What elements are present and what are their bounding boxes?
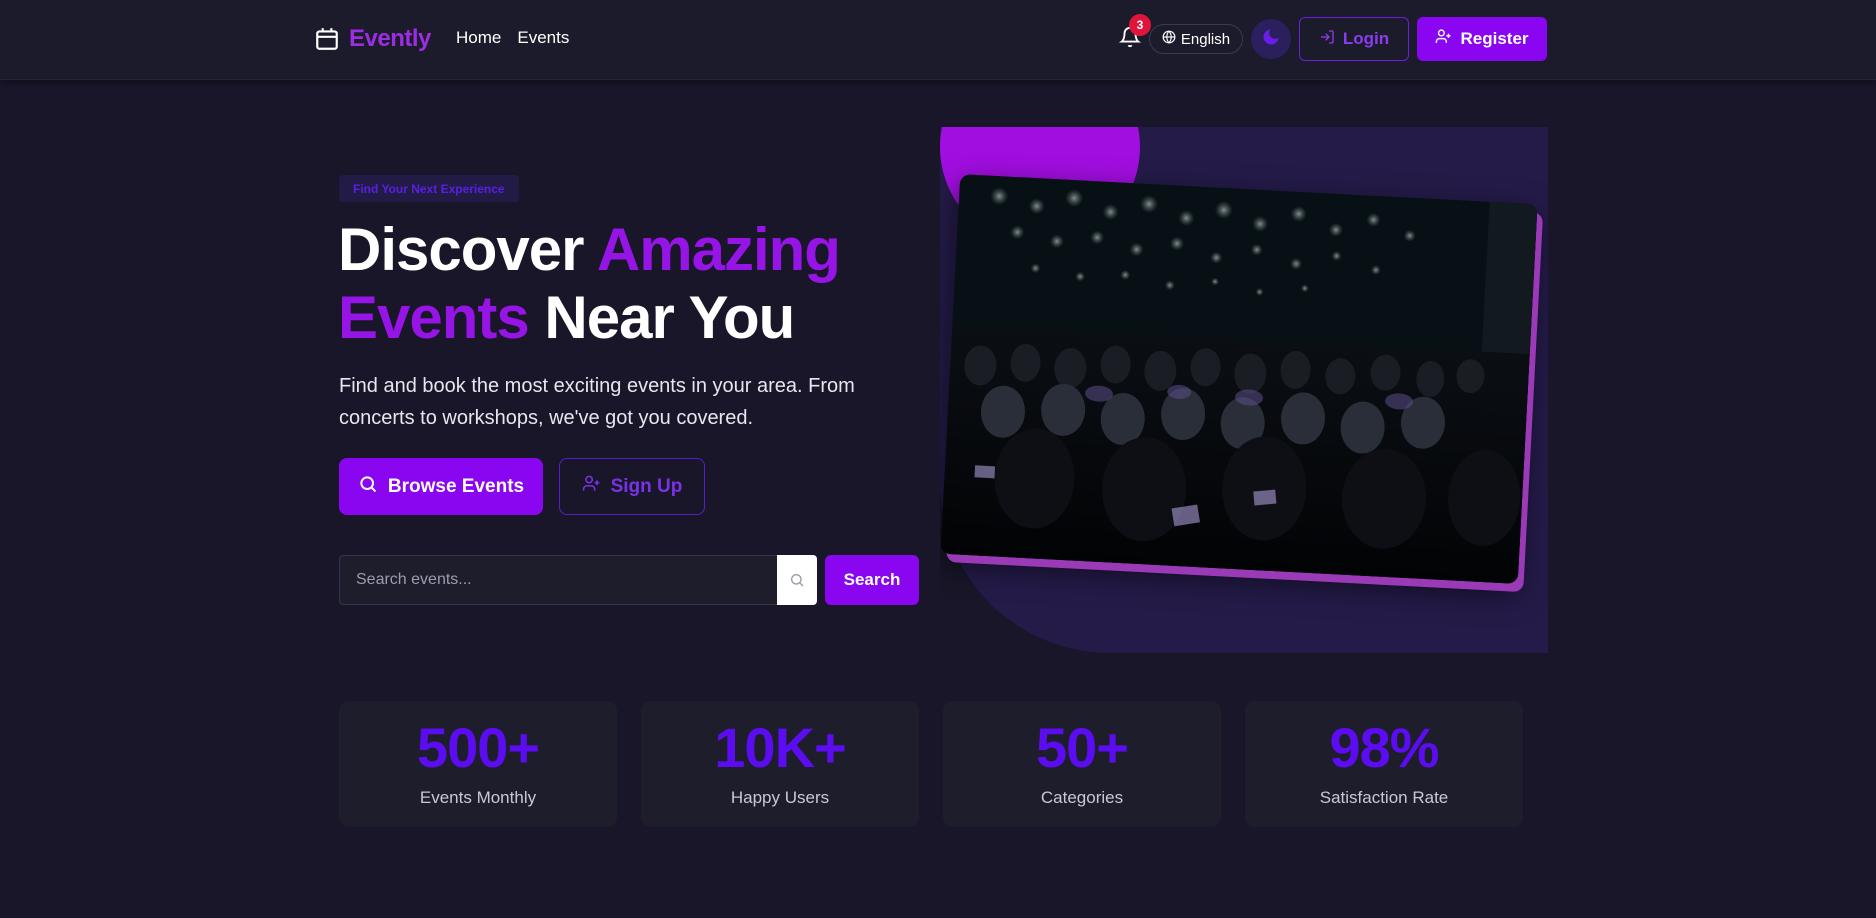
nav-link-home[interactable]: Home: [456, 28, 501, 48]
stat-label: Satisfaction Rate: [1319, 788, 1449, 807]
hero-title-accent1: Amazing: [596, 216, 841, 283]
register-button[interactable]: Register: [1417, 17, 1547, 61]
stat-label: Categories: [1040, 788, 1124, 807]
stat-value: 50+: [1036, 716, 1129, 779]
hero-title-accent2: Events: [338, 284, 530, 351]
search-icon[interactable]: [777, 555, 817, 605]
stat-label: Happy Users: [730, 788, 830, 807]
hero-title-part1: Discover: [338, 216, 597, 283]
stat-value: 10K+: [714, 716, 846, 779]
sign-up-button[interactable]: Sign Up: [559, 458, 705, 515]
nav-link-events[interactable]: Events: [517, 28, 569, 48]
login-button[interactable]: Login: [1299, 17, 1409, 61]
login-label: Login: [1342, 29, 1390, 48]
navbar: Evently Home Events 3 English Login Regi…: [0, 0, 1876, 80]
notification-badge: 3: [1129, 14, 1151, 36]
notifications-button[interactable]: 3: [1118, 14, 1151, 52]
calendar-icon: [313, 25, 341, 53]
globe-icon: [1162, 30, 1176, 48]
language-label: English: [1180, 30, 1231, 48]
brand-logo[interactable]: Evently: [313, 20, 431, 58]
stat-value: 98%: [1329, 716, 1439, 779]
browse-events-label: Browse Events: [387, 475, 525, 497]
hero-description: Find and book the most exciting events i…: [339, 375, 855, 429]
hero-visual: [940, 127, 1548, 653]
moon-icon: [1261, 27, 1281, 52]
stat-card-users: 10K+ Happy Users: [641, 701, 919, 827]
brand-name: Evently: [349, 25, 431, 52]
search-button[interactable]: Search: [825, 555, 919, 605]
register-label: Register: [1460, 29, 1529, 48]
sign-up-label: Sign Up: [610, 475, 683, 497]
theme-toggle-button[interactable]: [1251, 19, 1291, 59]
stat-value: 500+: [416, 716, 540, 779]
user-plus-icon: [582, 474, 601, 499]
login-icon: [1319, 29, 1335, 50]
search-input[interactable]: [339, 555, 777, 605]
nav-links: Home Events: [456, 28, 569, 48]
stat-card-events: 500+ Events Monthly: [339, 701, 617, 827]
user-plus-icon: [1435, 28, 1452, 50]
browse-events-button[interactable]: Browse Events: [339, 458, 543, 515]
stat-card-categories: 50+ Categories: [943, 701, 1221, 827]
stat-card-satisfaction: 98% Satisfaction Rate: [1245, 701, 1523, 827]
stat-label: Events Monthly: [419, 788, 537, 807]
hero-title-part2: Near You: [528, 284, 795, 351]
search-icon: [358, 474, 378, 500]
hero-audience-image: [940, 174, 1538, 584]
hero-title: Discover Amazing Events Near You: [338, 216, 898, 352]
hero-tag: Find Your Next Experience: [339, 175, 519, 202]
language-selector[interactable]: English: [1149, 24, 1243, 54]
